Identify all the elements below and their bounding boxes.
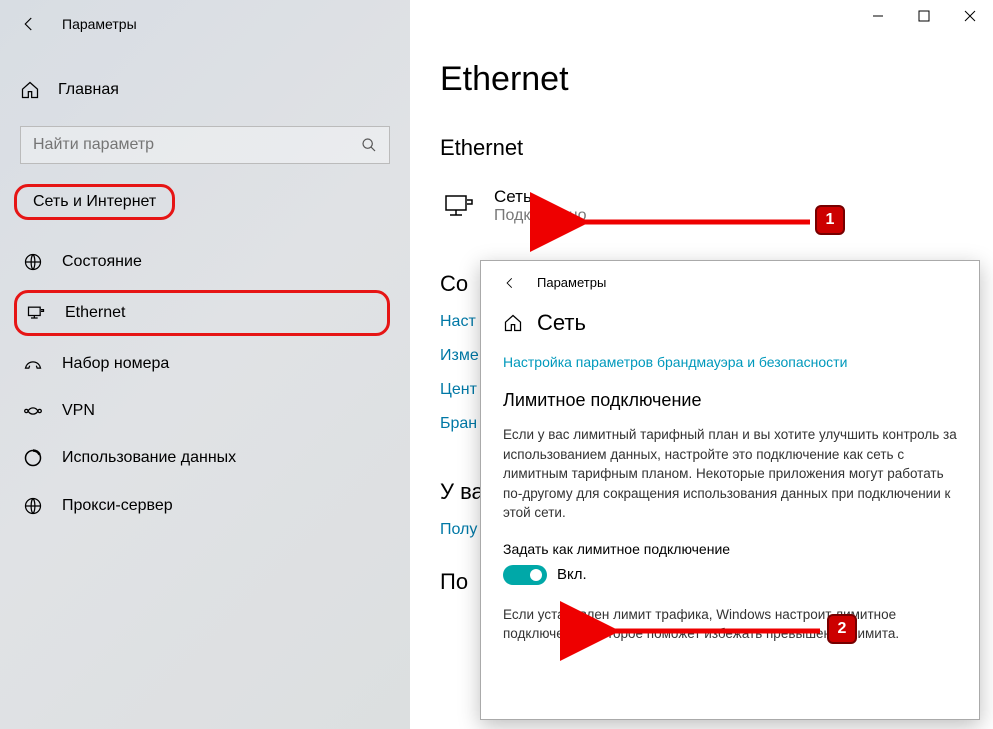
sidebar-item-datausage[interactable]: Использование данных	[0, 434, 410, 482]
search-box[interactable]	[20, 126, 390, 164]
sidebar-item-label: VPN	[62, 402, 95, 420]
sidebar-item-proxy[interactable]: Прокси-сервер	[0, 482, 410, 530]
annotation-arrow-1	[570, 212, 820, 232]
annotation-badge-1: 1	[815, 205, 845, 235]
section-heading-ethernet: Ethernet	[440, 135, 963, 161]
status-icon	[22, 252, 44, 272]
sidebar-item-vpn[interactable]: VPN	[0, 388, 410, 434]
back-icon[interactable]	[20, 15, 38, 33]
maximize-button[interactable]	[901, 0, 947, 32]
popup-title: Параметры	[537, 275, 606, 290]
ethernet-icon	[25, 303, 47, 323]
network-settings-popup: Параметры Сеть Настройка параметров бран…	[480, 260, 980, 720]
page-title: Ethernet	[440, 60, 963, 99]
dialup-icon	[22, 354, 44, 374]
firewall-settings-link[interactable]: Настройка параметров брандмауэра и безоп…	[503, 354, 957, 370]
data-usage-icon	[22, 448, 44, 468]
titlebar-left: Параметры	[0, 0, 410, 48]
settings-sidebar: Параметры Главная Сеть и Интернет Состоя…	[0, 0, 410, 729]
sidebar-item-label: Использование данных	[62, 449, 236, 467]
proxy-icon	[22, 496, 44, 516]
minimize-button[interactable]	[855, 0, 901, 32]
sidebar-item-dialup[interactable]: Набор номера	[0, 340, 410, 388]
sidebar-item-label: Прокси-сервер	[62, 497, 173, 515]
vpn-icon	[22, 402, 44, 420]
popup-titlebar: Параметры	[503, 275, 957, 290]
sidebar-item-label: Набор номера	[62, 355, 169, 373]
search-input[interactable]	[33, 136, 361, 154]
annotation-arrow-2	[600, 621, 830, 641]
metered-toggle[interactable]	[503, 565, 547, 585]
sidebar-home[interactable]: Главная	[0, 68, 410, 112]
popup-back-icon[interactable]	[503, 276, 517, 290]
annotation-badge-2: 2	[827, 614, 857, 644]
metered-toggle-state: Вкл.	[557, 566, 587, 583]
popup-heading: Сеть	[537, 310, 586, 336]
sidebar-item-status[interactable]: Состояние	[0, 238, 410, 286]
window-controls	[855, 0, 993, 32]
home-icon	[20, 80, 40, 100]
network-icon	[440, 188, 476, 224]
sidebar-item-ethernet[interactable]: Ethernet	[14, 290, 390, 336]
network-name: Сеть	[494, 187, 587, 207]
metered-description: Если у вас лимитный тарифный план и вы х…	[503, 425, 957, 523]
sidebar-category: Сеть и Интернет	[14, 184, 175, 220]
sidebar-item-label: Состояние	[62, 253, 142, 271]
window-title: Параметры	[62, 16, 137, 32]
metered-heading: Лимитное подключение	[503, 390, 957, 411]
close-button[interactable]	[947, 0, 993, 32]
popup-heading-row: Сеть	[503, 310, 957, 336]
search-icon	[361, 137, 377, 153]
sidebar-item-label: Ethernet	[65, 304, 125, 322]
metered-toggle-label: Задать как лимитное подключение	[503, 541, 957, 557]
metered-toggle-row: Вкл.	[503, 565, 957, 585]
home-icon[interactable]	[503, 313, 523, 333]
sidebar-home-label: Главная	[58, 81, 119, 99]
